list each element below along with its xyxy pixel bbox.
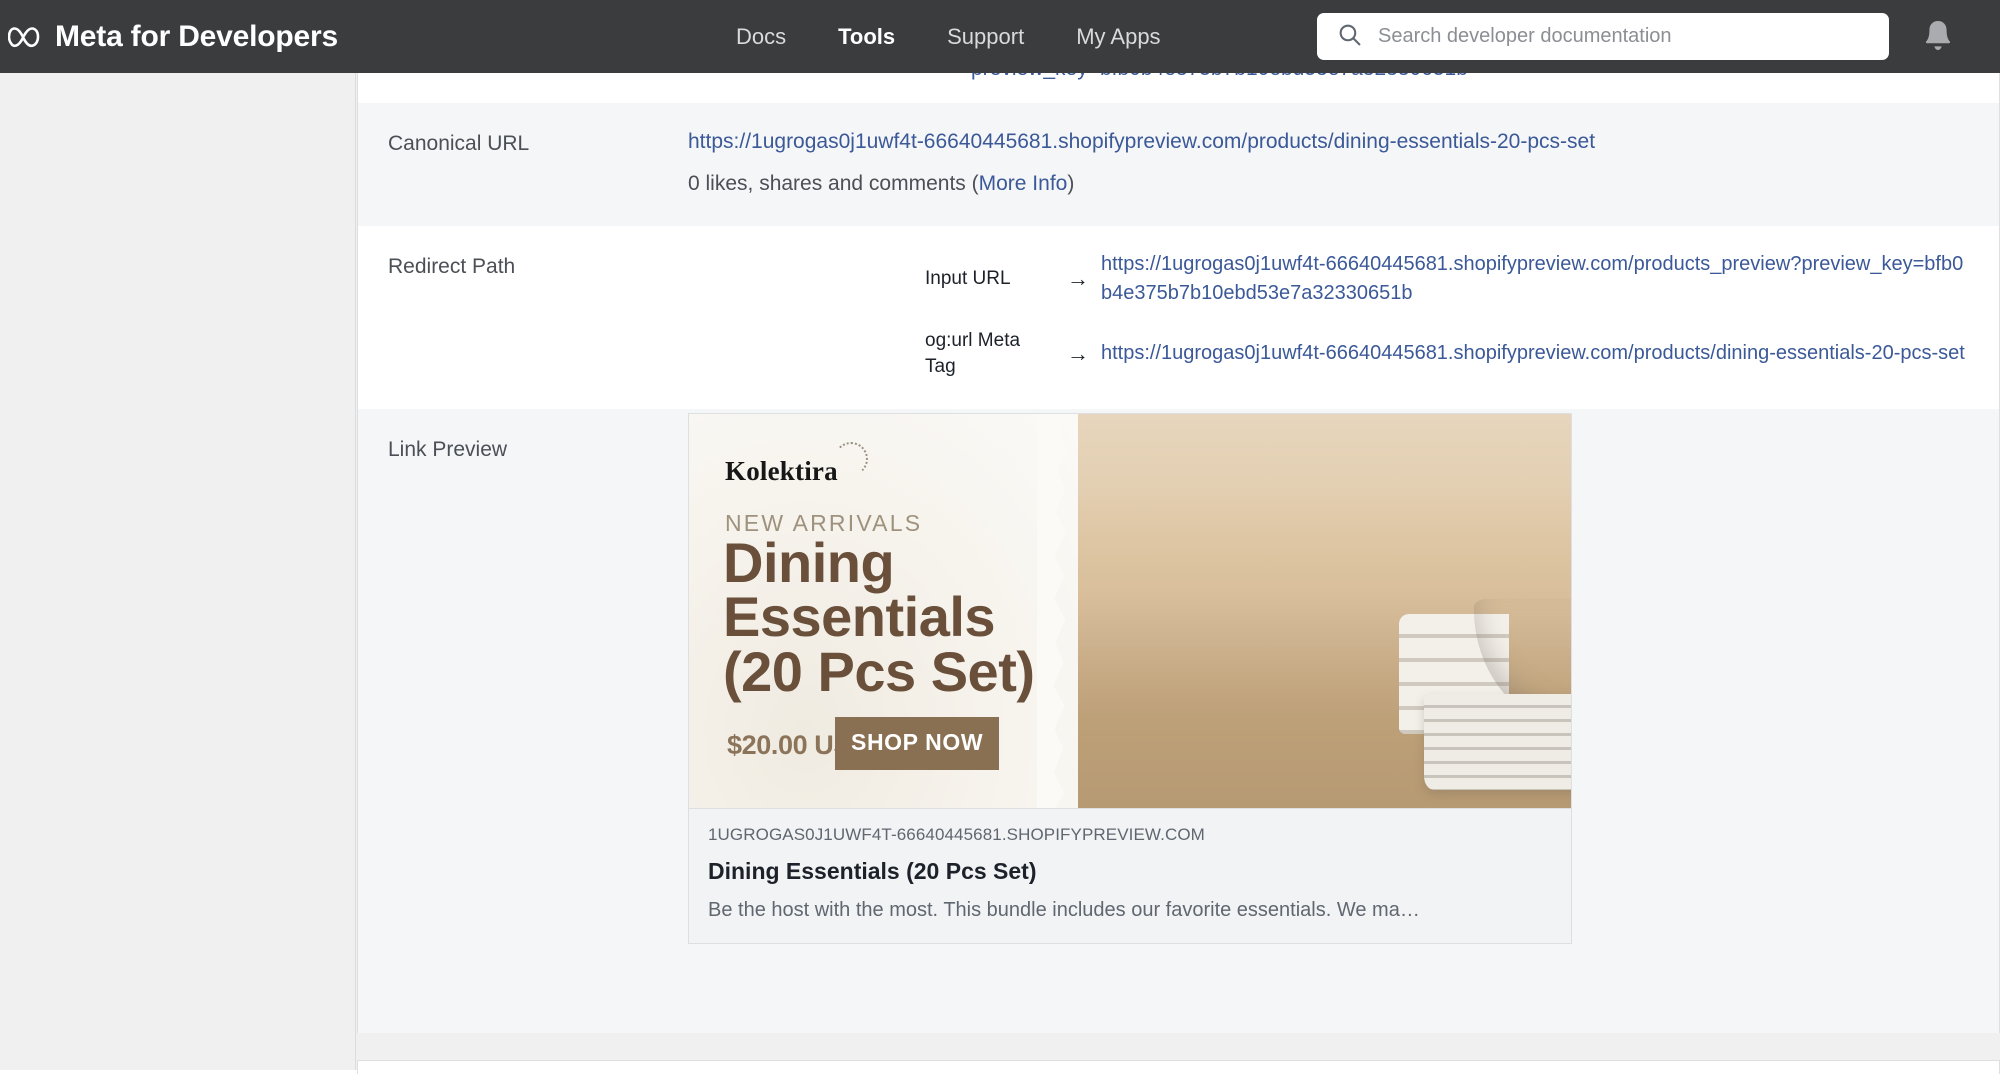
preview-domain: 1UGROGAS0J1UWF4T-66640445681.SHOPIFYPREV… — [708, 823, 1552, 848]
search-icon — [1337, 22, 1362, 52]
brand-arc-decoration — [834, 442, 868, 476]
redirect-step-url-cell: https://1ugrogas0j1uwf4t-66640445681.sho… — [1101, 318, 1969, 389]
row-label-redirect-path: Redirect Path — [388, 226, 688, 409]
redirect-ogurl-link[interactable]: https://1ugrogas0j1uwf4t-66640445681.sho… — [1101, 342, 1965, 364]
search-bar[interactable] — [1317, 13, 1889, 60]
preview-headline-line2: Essentials — [723, 590, 1035, 644]
bell-icon[interactable] — [1918, 16, 1958, 58]
partial-preview-key-text: preview_key=bfb0b4e375b7b10ebd53e7a32330… — [971, 73, 1468, 81]
row-label-link-preview: Link Preview — [388, 409, 688, 970]
canonical-url-link[interactable]: https://1ugrogas0j1uwf4t-66640445681.sho… — [688, 130, 1595, 153]
preview-photo-panel — [1044, 414, 1571, 808]
brand-title: Meta for Developers — [55, 20, 338, 54]
redirect-step-url-cell: https://1ugrogas0j1uwf4t-66640445681.sho… — [1101, 240, 1969, 318]
link-preview-card[interactable]: Kolektira NEW ARRIVALS Dining Essentials… — [688, 413, 1572, 944]
preview-headline-line1: Dining — [723, 536, 1035, 590]
redirect-step-row: og:url Meta Tag → https://1ugrogas0j1uwf… — [925, 318, 1969, 389]
engagement-prefix: 0 likes, shares and comments ( — [688, 172, 979, 195]
shop-now-button[interactable]: SHOP NOW — [835, 717, 999, 769]
preview-headline-line3: (20 Pcs Set) — [723, 645, 1035, 699]
left-sidebar — [0, 73, 356, 1070]
preview-text-panel: Kolektira NEW ARRIVALS Dining Essentials… — [689, 414, 1078, 808]
arrow-right-icon: → — [1055, 240, 1101, 318]
more-info-link[interactable]: More Info — [979, 172, 1068, 195]
nav-item-my-apps[interactable]: My Apps — [1076, 24, 1160, 50]
scrolled-off-row: preview_key=bfb0b4e375b7b10ebd53e7a32330… — [358, 73, 1999, 103]
preview-description: Be the host with the most. This bundle i… — [708, 896, 1552, 925]
search-input[interactable] — [1378, 25, 1858, 48]
page-body: preview_key=bfb0b4e375b7b10ebd53e7a32330… — [0, 73, 2000, 1070]
plate-stack-shape — [1424, 694, 1571, 790]
meta-infinity-logo-icon — [8, 22, 46, 52]
row-canonical-url: Canonical URL https://1ugrogas0j1uwf4t-6… — [358, 103, 1999, 226]
redirect-input-url-link[interactable]: https://1ugrogas0j1uwf4t-66640445681.sho… — [1101, 253, 1963, 304]
arrow-right-icon: → — [1055, 318, 1101, 389]
engagement-line: 0 likes, shares and comments (More Info) — [688, 169, 1969, 199]
redirect-steps-table: Input URL → https://1ugrogas0j1uwf4t-666… — [925, 240, 1969, 389]
next-card-top-edge — [357, 1060, 2000, 1074]
top-navigation-bar: Meta for Developers Docs Tools Support M… — [0, 0, 2000, 73]
preview-brand-wordmark: Kolektira — [725, 452, 838, 491]
row-value-canonical-url: https://1ugrogas0j1uwf4t-66640445681.sho… — [688, 103, 1969, 226]
main-content: preview_key=bfb0b4e375b7b10ebd53e7a32330… — [357, 73, 2000, 1070]
nav-item-tools[interactable]: Tools — [838, 24, 895, 50]
row-value-redirect-path: Input URL → https://1ugrogas0j1uwf4t-666… — [688, 226, 1969, 409]
brand-logo[interactable]: Meta for Developers — [8, 20, 338, 54]
primary-nav: Docs Tools Support My Apps — [736, 24, 1161, 50]
row-label-canonical-url: Canonical URL — [388, 103, 688, 226]
row-value-link-preview: Kolektira NEW ARRIVALS Dining Essentials… — [688, 409, 1969, 970]
link-preview-image: Kolektira NEW ARRIVALS Dining Essentials… — [689, 414, 1571, 808]
preview-headline: Dining Essentials (20 Pcs Set) — [723, 536, 1035, 699]
engagement-suffix: ) — [1067, 172, 1074, 195]
redirect-step-key-ogurl-meta-tag: og:url Meta Tag — [925, 318, 1055, 389]
nav-item-docs[interactable]: Docs — [736, 24, 786, 50]
sharing-debugger-card: preview_key=bfb0b4e375b7b10ebd53e7a32330… — [357, 73, 2000, 1045]
redirect-step-row: Input URL → https://1ugrogas0j1uwf4t-666… — [925, 240, 1969, 318]
preview-title: Dining Essentials (20 Pcs Set) — [708, 855, 1552, 888]
link-preview-meta: 1UGROGAS0J1UWF4T-66640445681.SHOPIFYPREV… — [689, 808, 1571, 943]
row-link-preview: Link Preview — [358, 409, 1999, 970]
below-card-area — [357, 1033, 2000, 1074]
row-redirect-path: Redirect Path Input URL → https://1ugrog… — [358, 226, 1999, 409]
nav-item-support[interactable]: Support — [947, 24, 1024, 50]
redirect-step-key-input-url: Input URL — [925, 240, 1055, 318]
card-gap — [357, 1033, 2000, 1060]
